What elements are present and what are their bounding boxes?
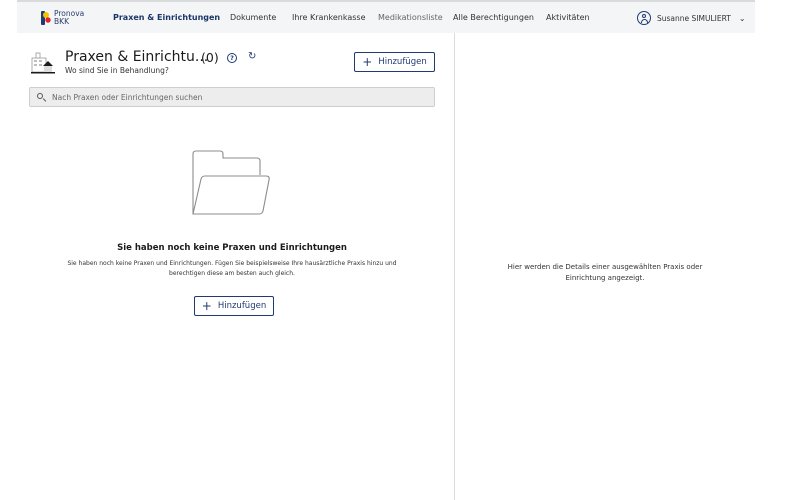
entry-count: (0) (201, 50, 219, 65)
panel-divider (454, 33, 455, 500)
search-bar[interactable] (29, 87, 435, 107)
add-button-header[interactable]: + Hinzufügen (354, 52, 435, 72)
page-subtitle: Wo sind Sie in Behandlung? (65, 66, 169, 75)
search-icon (37, 92, 46, 102)
brand-wordmark: Pronova BKK (54, 10, 84, 25)
nav-aktivitaeten[interactable]: Aktivitäten (546, 2, 590, 33)
nav-praxen-einrichtungen[interactable]: Praxen & Einrichtungen (113, 2, 220, 33)
user-name: Susanne SIMULIERT (657, 13, 731, 23)
brand-mark-icon (41, 11, 51, 25)
chevron-down-icon: ⌄ (738, 13, 746, 23)
plus-icon: + (362, 55, 373, 69)
search-input[interactable] (52, 92, 412, 102)
pronova-bkk-logo[interactable]: Pronova BKK (41, 10, 91, 28)
top-nav-bar: Pronova BKK Praxen & Einrichtungen Dokum… (17, 2, 755, 33)
app: Pronova BKK Praxen & Einrichtungen Dokum… (17, 0, 755, 500)
nav-medikationsliste[interactable]: Medikationsliste (378, 2, 443, 33)
empty-state-title: Sie haben noch keine Praxen und Einricht… (117, 243, 347, 253)
plus-icon: + (201, 299, 212, 313)
brand-line-2: BKK (54, 16, 69, 26)
detail-placeholder-message: Hier werden die Details einer ausgewählt… (507, 263, 703, 282)
add-button-label: Hinzufügen (217, 301, 267, 311)
refresh-icon[interactable]: ↻ (248, 51, 256, 63)
add-button-label: Hinzufügen (378, 57, 427, 67)
empty-folder-icon (192, 150, 270, 215)
nav-alle-berechtigungen[interactable]: Alle Berechtigungen (453, 2, 534, 33)
nav-ihre-krankenkasse[interactable]: Ihre Krankenkasse (292, 2, 366, 33)
user-menu[interactable]: Susanne SIMULIERT ⌄ (637, 9, 746, 27)
user-circle-icon (637, 11, 651, 25)
help-icon[interactable]: ? (227, 53, 237, 63)
empty-state-description: Sie haben noch keine Praxen und Einricht… (67, 260, 397, 277)
nav-dokumente[interactable]: Dokumente (230, 2, 276, 33)
clinic-building-icon (31, 52, 55, 74)
page-title: Praxen & Einrichtu... (65, 49, 209, 65)
add-button-empty-state[interactable]: + Hinzufügen (194, 296, 274, 316)
